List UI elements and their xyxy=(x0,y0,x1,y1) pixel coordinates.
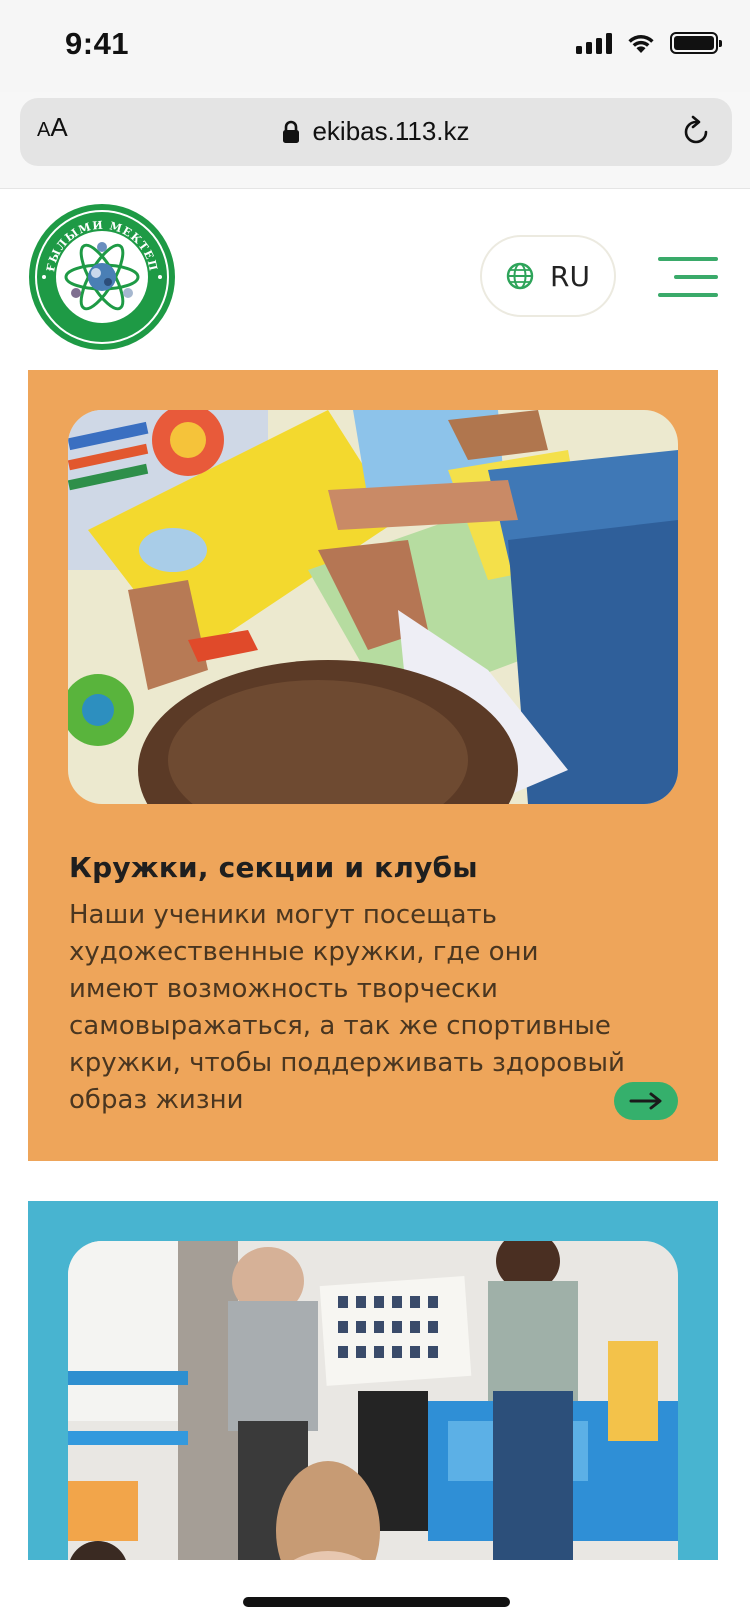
menu-icon[interactable] xyxy=(656,257,718,299)
cellular-signal-icon xyxy=(576,32,612,54)
reload-icon[interactable] xyxy=(678,114,714,150)
activity-card-2[interactable] xyxy=(28,1201,718,1560)
status-bar: 9:41 xyxy=(0,0,750,92)
language-label: RU xyxy=(550,259,590,293)
card-photo-crafts xyxy=(68,410,678,804)
globe-icon xyxy=(506,262,534,290)
home-indicator[interactable] xyxy=(243,1597,510,1607)
card-title: Кружки, секции и клубы xyxy=(69,851,478,884)
school-logo[interactable]: ҒЫЛЫМИ МЕКТЕП xyxy=(28,203,176,351)
browser-address-bar[interactable]: AA ekibas.113.kz xyxy=(20,98,732,166)
card-description: Наши ученики могут посещать художественн… xyxy=(69,900,625,1115)
status-time: 9:41 xyxy=(65,26,130,61)
wifi-icon xyxy=(628,35,654,53)
arrow-right-icon xyxy=(629,1092,662,1110)
browser-bottom-area xyxy=(0,1560,750,1624)
language-switcher[interactable]: RU xyxy=(480,235,616,317)
card-photo-classroom xyxy=(68,1241,678,1560)
url-display[interactable]: ekibas.113.kz xyxy=(20,116,732,147)
url-text: ekibas.113.kz xyxy=(312,116,470,146)
lock-icon xyxy=(283,120,300,143)
battery-icon xyxy=(670,32,722,54)
card-more-button[interactable] xyxy=(614,1082,678,1120)
web-page: ҒЫЛЫМИ МЕКТЕП RU Кружки, секции и клубы … xyxy=(0,188,750,1560)
status-icons xyxy=(576,32,722,54)
activity-card[interactable]: Кружки, секции и клубы Наши ученики могу… xyxy=(28,370,718,1161)
